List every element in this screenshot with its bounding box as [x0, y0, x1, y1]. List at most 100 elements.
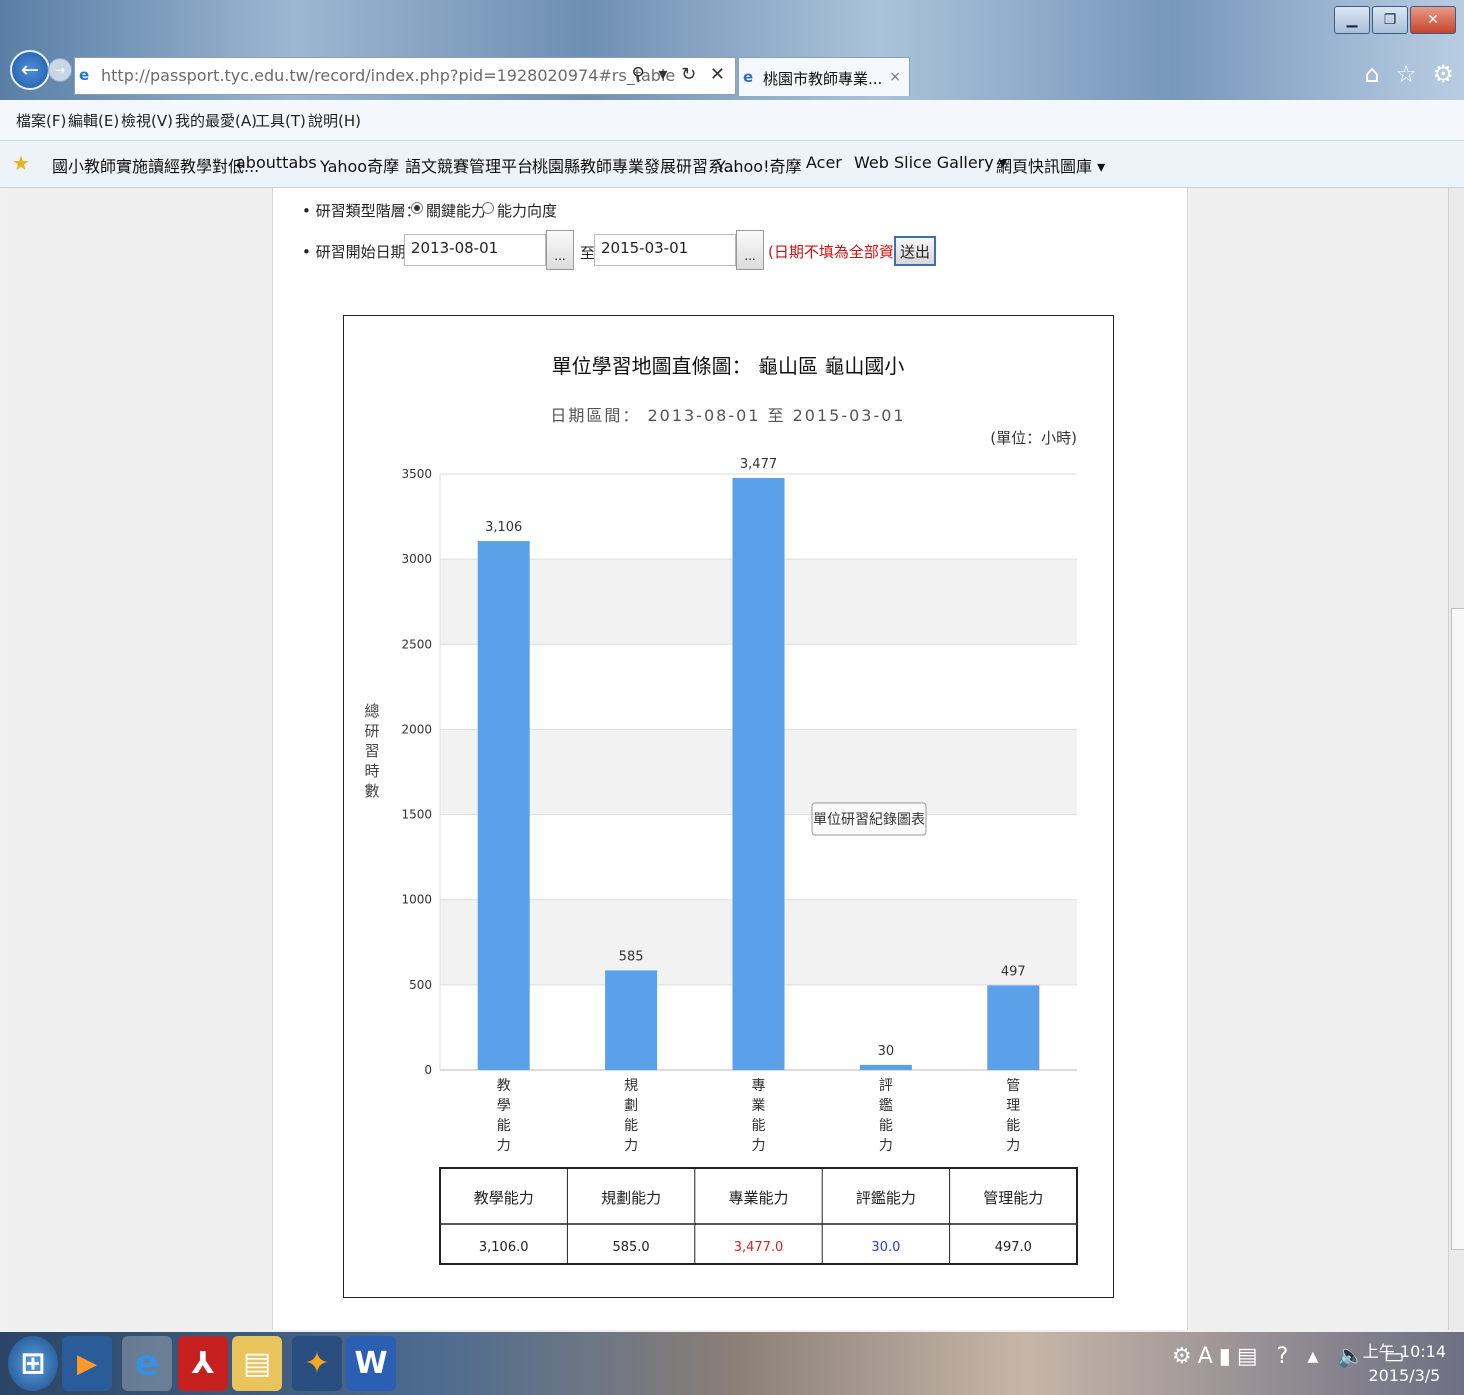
taskbar: ⊞ ▶ e ⅄ ▤ ✦ W ⚙A▮▤ ? ▴ 🔈 ▭ 上午 10:14 2015… — [0, 1332, 1464, 1395]
favorites-bar: ★ 國小教師實施讀經教學對低... abouttabs Yahoo奇摩 語文競賽管理平… — [0, 141, 1464, 188]
x-tick-label-char: 能 — [497, 1118, 511, 1134]
table-value-cell: 3,106.0 — [479, 1240, 529, 1255]
x-tick-label-char: 力 — [1006, 1138, 1020, 1154]
bar-value-label: 3,106 — [485, 520, 522, 535]
radio-key-label: 關鍵能力 — [426, 202, 487, 220]
y-tick-label: 3500 — [401, 467, 432, 481]
bar-value-label: 497 — [1001, 964, 1026, 979]
end-date-input[interactable]: 2015-03-01 — [594, 234, 736, 266]
table-value-cell: 497.0 — [995, 1240, 1032, 1255]
x-tick-label-char: 規 — [624, 1078, 638, 1094]
favorite-link-1[interactable]: abouttabs — [236, 153, 317, 172]
unit-note: (單位：小時) — [990, 429, 1077, 447]
favorite-link-5[interactable]: Yahoo!奇摩 — [716, 153, 802, 177]
x-tick-label-char: 能 — [624, 1118, 638, 1134]
type-label: 研習類型階層： — [315, 202, 421, 220]
acrobat-icon[interactable]: ⅄ — [178, 1336, 228, 1391]
ie-tab-icon: e — [743, 68, 754, 86]
tab-close-icon[interactable]: × — [889, 69, 901, 85]
menu-item-4[interactable]: 工具(T) — [255, 110, 306, 131]
x-tick-label-char: 能 — [1006, 1118, 1020, 1134]
x-tick-label-char: 能 — [879, 1118, 893, 1134]
maximize-button[interactable]: ❐ — [1372, 6, 1408, 34]
internet-explorer-icon[interactable]: e — [122, 1336, 172, 1391]
table-header-cell: 評鑑能力 — [856, 1189, 916, 1207]
bar-value-label: 3,477 — [740, 457, 777, 472]
bullet: • — [302, 243, 316, 261]
favorite-link-7[interactable]: Web Slice Gallery ▾ — [854, 153, 1007, 172]
x-tick-label-char: 業 — [752, 1098, 766, 1114]
file-explorer-icon[interactable]: ▤ — [232, 1336, 282, 1391]
start-date-input[interactable]: 2013-08-01 — [404, 234, 546, 266]
forward-button[interactable]: → — [48, 58, 72, 82]
x-tick-label-char: 評 — [879, 1078, 893, 1094]
chart-title: 單位學習地圖直條圖： 龜山區 龜山國小 — [552, 354, 905, 378]
tab-title: 桃園市教師專業... — [763, 70, 883, 88]
minimize-button[interactable]: ▁ — [1334, 6, 1370, 34]
x-tick-label-char: 力 — [752, 1138, 766, 1154]
bar-3 — [859, 1064, 912, 1070]
start-date-picker-button[interactable]: ... — [546, 230, 574, 270]
start-button-icon[interactable]: ⊞ — [8, 1336, 58, 1391]
end-date-picker-button[interactable]: ... — [736, 230, 764, 270]
y-tick-label: 1000 — [401, 893, 432, 907]
menu-item-0[interactable]: 檔案(F) — [16, 110, 66, 131]
menu-item-1[interactable]: 編輯(E) — [68, 110, 119, 131]
word-icon[interactable]: W — [346, 1336, 396, 1391]
submit-button[interactable]: 送出 — [894, 236, 936, 266]
media-player-icon[interactable]: ▶ — [62, 1336, 112, 1391]
favorite-link-3[interactable]: 語文競賽管理平台 — [405, 153, 533, 177]
x-tick-label-char: 鑑 — [879, 1097, 893, 1114]
bar-4 — [987, 985, 1040, 1070]
favorite-link-2[interactable]: Yahoo奇摩 — [320, 153, 399, 177]
scrollbar-thumb[interactable] — [1451, 608, 1464, 1250]
y-axis-label-char: 研 — [364, 722, 379, 740]
window-controls: ▁ ❐ ✕ — [1332, 6, 1456, 34]
favorite-link-4[interactable]: 桃園縣教師專業發展研習系... — [532, 153, 739, 177]
menu-item-5[interactable]: 說明(H) — [308, 110, 361, 131]
browser-tab[interactable]: e 桃園市教師專業... × — [738, 57, 910, 96]
address-bar[interactable]: e http://passport.tyc.edu.tw/record/inde… — [74, 57, 736, 95]
x-tick-label-char: 管 — [1006, 1078, 1020, 1094]
favorite-link-6[interactable]: Acer — [806, 153, 842, 172]
to-label: 至 — [580, 244, 596, 262]
table-value-cell: 585.0 — [612, 1240, 649, 1255]
y-tick-label: 3000 — [401, 552, 432, 566]
y-tick-label: 0 — [424, 1063, 432, 1077]
x-tick-label-char: 教 — [497, 1078, 511, 1094]
x-tick-label-char: 能 — [752, 1118, 766, 1134]
y-tick-label: 1500 — [401, 808, 432, 822]
menu-item-3[interactable]: 我的最愛(A) — [175, 110, 257, 131]
favorite-link-0[interactable]: 國小教師實施讀經教學對低... — [52, 153, 259, 177]
menu-bar: 檔案(F) 編輯(E) 檢視(V) 我的最愛(A) 工具(T) 說明(H) — [0, 100, 1464, 141]
search-refresh-stop-icons[interactable]: ⚲ ▾ ↻ ✕ — [631, 64, 729, 85]
table-value-cell: 3,477.0 — [734, 1240, 784, 1255]
bar-1 — [605, 970, 658, 1070]
y-tick-label: 500 — [409, 978, 432, 992]
y-axis-label-char: 數 — [364, 782, 379, 800]
bar-2 — [732, 477, 785, 1070]
menu-item-2[interactable]: 檢視(V) — [121, 110, 173, 131]
close-button[interactable]: ✕ — [1410, 6, 1456, 34]
date-label-row: • 研習開始日期： — [302, 241, 421, 262]
bar-value-label: 585 — [619, 949, 644, 964]
x-tick-label-char: 劃 — [624, 1098, 638, 1114]
chart-subtitle: 日期區間： 2013-08-01 至 2015-03-01 — [550, 406, 905, 425]
radio-dimension[interactable] — [482, 202, 494, 214]
y-axis-label-char: 時 — [364, 762, 379, 780]
vertical-scrollbar[interactable] — [1448, 188, 1464, 1330]
app-icon[interactable]: ✦ — [292, 1336, 342, 1391]
back-button[interactable]: ← — [10, 50, 50, 90]
tooltip-text: 單位研習紀錄圖表 — [813, 812, 925, 828]
x-tick-label-char: 專 — [752, 1078, 766, 1094]
table-header-cell: 管理能力 — [983, 1189, 1043, 1207]
address-url: http://passport.tyc.edu.tw/record/index.… — [101, 66, 676, 85]
radio-dimension-label: 能力向度 — [497, 202, 558, 220]
y-tick-label: 2500 — [401, 637, 432, 651]
favorites-star-icon[interactable]: ★ — [12, 151, 30, 175]
radio-key-competency[interactable] — [411, 202, 423, 214]
home-favorites-tools-icons[interactable]: ⌂ ☆ ⚙ — [1364, 60, 1458, 88]
clock[interactable]: 上午 10:14 2015/3/5 — [1363, 1340, 1446, 1388]
table-value-cell: 30.0 — [871, 1240, 900, 1255]
favorite-link-8[interactable]: 網頁快訊圖庫 ▾ — [996, 153, 1105, 177]
